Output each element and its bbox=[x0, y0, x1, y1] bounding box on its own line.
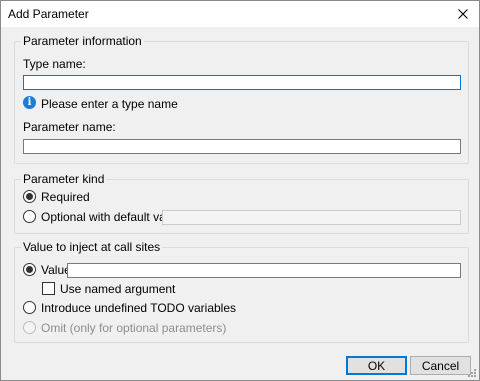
optional-radio[interactable] bbox=[23, 210, 36, 223]
parameter-kind-group: Parameter kind bbox=[14, 172, 469, 234]
use-named-argument-label[interactable]: Use named argument bbox=[60, 282, 175, 296]
dialog-title: Add Parameter bbox=[8, 7, 89, 21]
introduce-todo-radio[interactable] bbox=[23, 301, 36, 314]
info-icon: i bbox=[23, 96, 36, 109]
required-radio[interactable] bbox=[23, 190, 36, 203]
value-radio[interactable] bbox=[23, 263, 36, 276]
omit-label[interactable]: Omit (only for optional parameters) bbox=[41, 321, 226, 335]
type-name-input[interactable] bbox=[23, 75, 461, 90]
close-icon bbox=[458, 9, 468, 19]
required-label[interactable]: Required bbox=[41, 190, 90, 204]
value-to-inject-legend: Value to inject at call sites bbox=[21, 240, 163, 254]
resize-grip-icon[interactable] bbox=[467, 368, 477, 378]
info-message: Please enter a type name bbox=[41, 97, 178, 111]
parameter-information-legend: Parameter information bbox=[21, 34, 144, 48]
introduce-todo-label[interactable]: Introduce undefined TODO variables bbox=[41, 301, 236, 315]
value-input[interactable] bbox=[67, 263, 461, 278]
parameter-kind-legend: Parameter kind bbox=[21, 172, 107, 186]
cancel-button[interactable]: Cancel bbox=[410, 356, 471, 375]
ok-button[interactable]: OK bbox=[346, 356, 407, 375]
use-named-argument-checkbox[interactable] bbox=[42, 282, 55, 295]
omit-radio[interactable] bbox=[23, 321, 36, 334]
parameter-name-label: Parameter name: bbox=[23, 120, 116, 134]
type-name-label: Type name: bbox=[23, 57, 86, 71]
add-parameter-dialog: Add Parameter Parameter information Type… bbox=[0, 0, 480, 381]
parameter-name-input[interactable] bbox=[23, 139, 461, 154]
title-bar: Add Parameter bbox=[1, 1, 479, 27]
default-value-input[interactable] bbox=[162, 210, 461, 225]
close-button[interactable] bbox=[449, 1, 477, 27]
